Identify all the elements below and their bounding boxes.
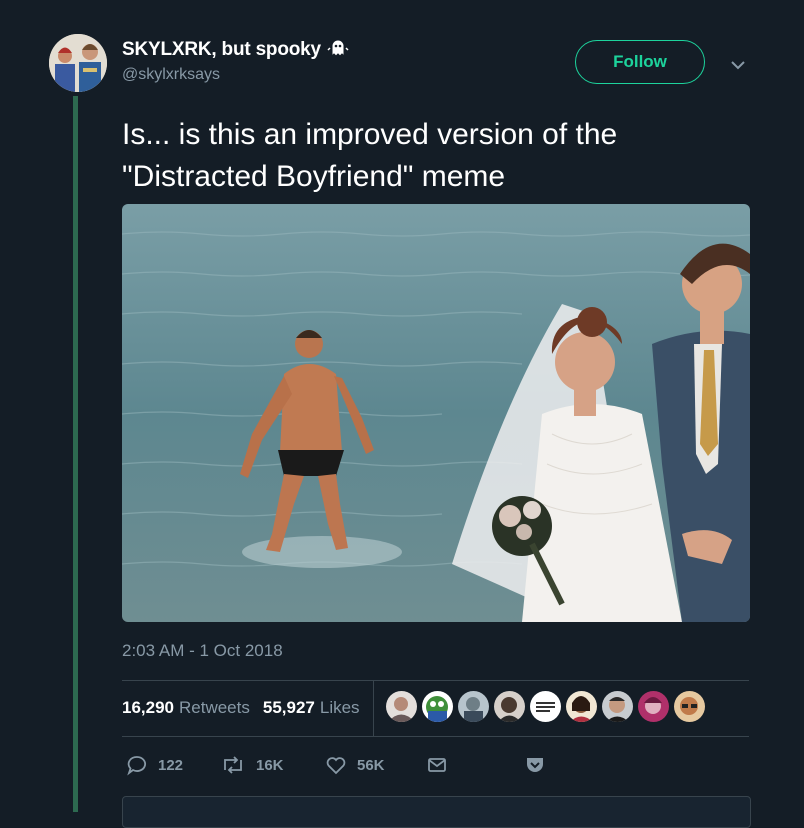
ghost-icon	[327, 36, 349, 64]
direct-message-button[interactable]	[426, 754, 448, 776]
liker-avatar[interactable]	[386, 691, 417, 722]
tweet-text: Is... is this an improved version of the…	[122, 118, 618, 193]
liker-avatar[interactable]	[530, 691, 561, 722]
retweets-label: Retweets	[179, 698, 250, 717]
retweet-button[interactable]: 16K	[220, 754, 284, 776]
like-button[interactable]: 56K	[325, 754, 385, 776]
likes-count: 55,927	[262, 698, 315, 717]
reply-input[interactable]	[122, 796, 751, 828]
liker-avatar[interactable]	[494, 691, 525, 722]
display-name[interactable]: SKYLXRK, but spooky	[122, 36, 349, 64]
liker-avatar[interactable]	[638, 691, 669, 722]
reply-count: 122	[158, 756, 184, 774]
tweet-stats: 16,290 Retweets 55,927 Likes	[122, 697, 360, 719]
chevron-down-icon[interactable]	[728, 55, 748, 75]
likes-label: Likes	[319, 698, 360, 717]
reply-icon	[126, 754, 148, 776]
divider-top	[122, 680, 749, 681]
thread-line	[73, 96, 78, 812]
heart-icon	[325, 754, 347, 776]
liker-avatar[interactable]	[458, 691, 489, 722]
tweet-photo[interactable]	[122, 204, 750, 622]
liker-avatar[interactable]	[674, 691, 705, 722]
tweet-timestamp[interactable]: 2:03 AM - 1 Oct 2018	[122, 641, 283, 661]
display-name-text: SKYLXRK, but spooky	[122, 39, 321, 60]
retweets-stat[interactable]: 16,290 Retweets	[122, 698, 250, 718]
pocket-icon	[524, 754, 546, 776]
retweet-icon	[220, 754, 246, 776]
liker-avatar[interactable]	[422, 691, 453, 722]
avatar[interactable]	[49, 34, 107, 92]
user-handle[interactable]: @skylxrksays	[122, 66, 220, 84]
liker-avatar[interactable]	[602, 691, 633, 722]
retweet-count: 16K	[256, 756, 284, 774]
divider-bottom	[122, 736, 749, 737]
follow-button[interactable]: Follow	[575, 40, 705, 84]
envelope-icon	[426, 754, 448, 776]
pocket-button[interactable]	[524, 754, 546, 776]
retweets-count: 16,290	[122, 698, 174, 717]
likes-stat[interactable]: 55,927 Likes	[263, 698, 360, 718]
stats-separator	[373, 680, 374, 736]
like-count: 56K	[357, 756, 385, 774]
liker-avatar[interactable]	[566, 691, 597, 722]
reply-button[interactable]: 122	[126, 754, 183, 776]
liker-avatars	[386, 691, 705, 722]
